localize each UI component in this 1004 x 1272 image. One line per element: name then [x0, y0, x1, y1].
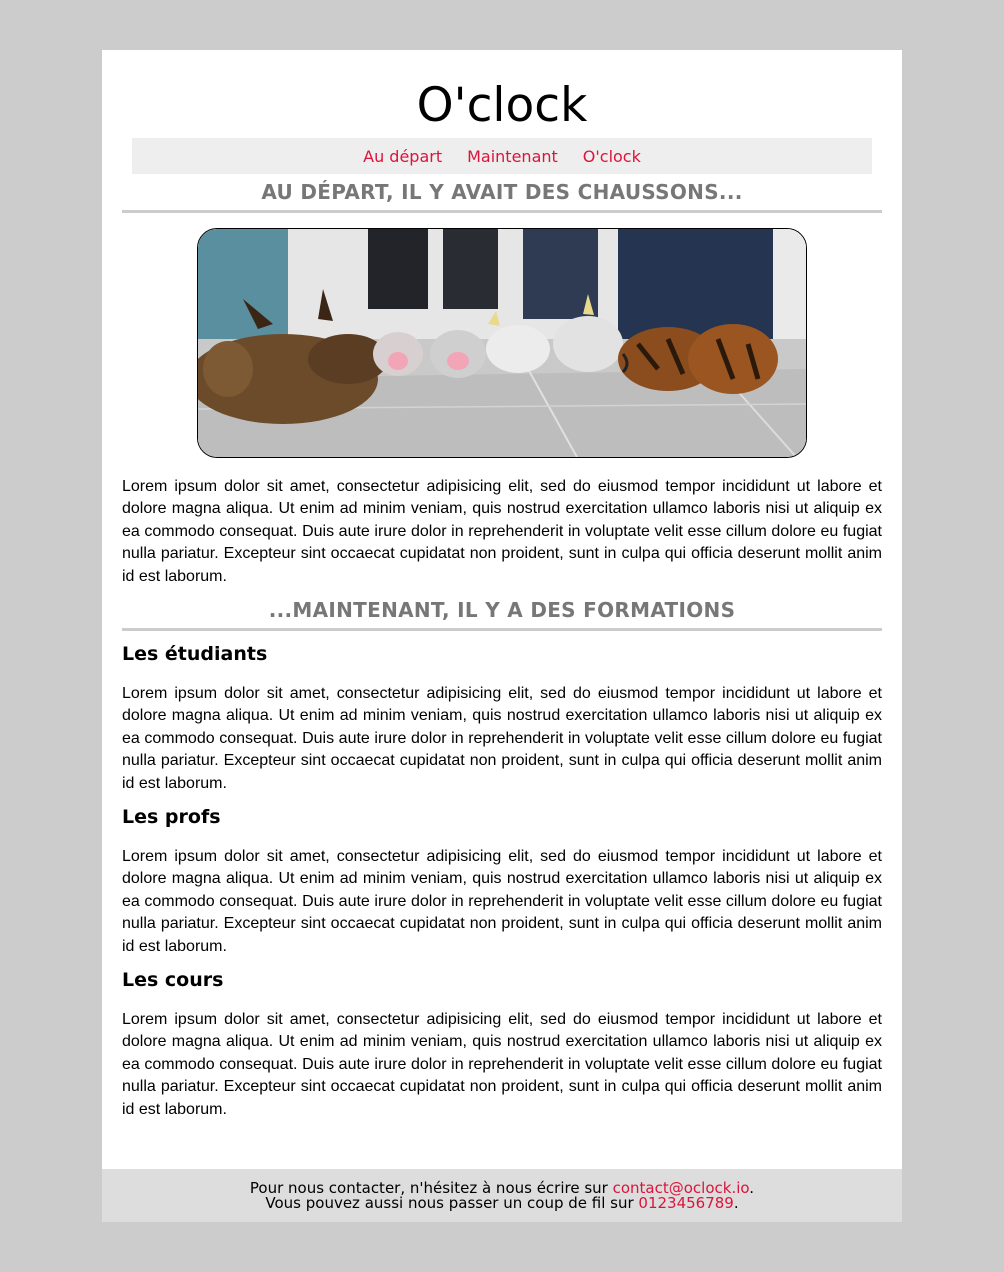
nav-link-maintenant[interactable]: Maintenant: [467, 147, 558, 166]
paragraph-etudiants: Lorem ipsum dolor sit amet, consectetur …: [122, 685, 882, 792]
footer-phone-line: Vous pouvez aussi nous passer un coup de…: [102, 1196, 902, 1211]
paragraph-cours: Lorem ipsum dolor sit amet, consectetur …: [122, 1011, 882, 1118]
nav-link-oclock[interactable]: O'clock: [583, 147, 641, 166]
footer-phone-text: Vous pouvez aussi nous passer un coup de…: [265, 1194, 639, 1212]
subtitle-profs: Les profs: [122, 806, 221, 828]
section-title-depart: AU DÉPART, IL Y AVAIT DES CHAUSSONS...: [122, 180, 882, 213]
paragraph-profs: Lorem ipsum dolor sit amet, consectetur …: [122, 848, 882, 955]
footer-punct-2: .: [733, 1194, 739, 1212]
footer-punct-1: .: [749, 1179, 755, 1197]
hero-image-slippers: [197, 228, 807, 458]
main-nav: Au départ Maintenant O'clock: [132, 138, 872, 174]
nav-link-au-depart[interactable]: Au départ: [363, 147, 442, 166]
subtitle-cours: Les cours: [122, 969, 224, 991]
paragraph-depart: Lorem ipsum dolor sit amet, consectetur …: [122, 478, 882, 585]
site-footer: Pour nous contacter, n'hésitez à nous éc…: [102, 1169, 902, 1222]
page-container: O'clock Au départ Maintenant O'clock AU …: [102, 50, 902, 1222]
subtitle-etudiants: Les étudiants: [122, 643, 268, 665]
section-title-maintenant: ...MAINTENANT, IL Y A DES FORMATIONS: [122, 598, 882, 631]
slippers-illustration: [198, 229, 806, 457]
site-title: O'clock: [416, 78, 588, 133]
footer-phone-link[interactable]: 0123456789: [638, 1194, 733, 1212]
